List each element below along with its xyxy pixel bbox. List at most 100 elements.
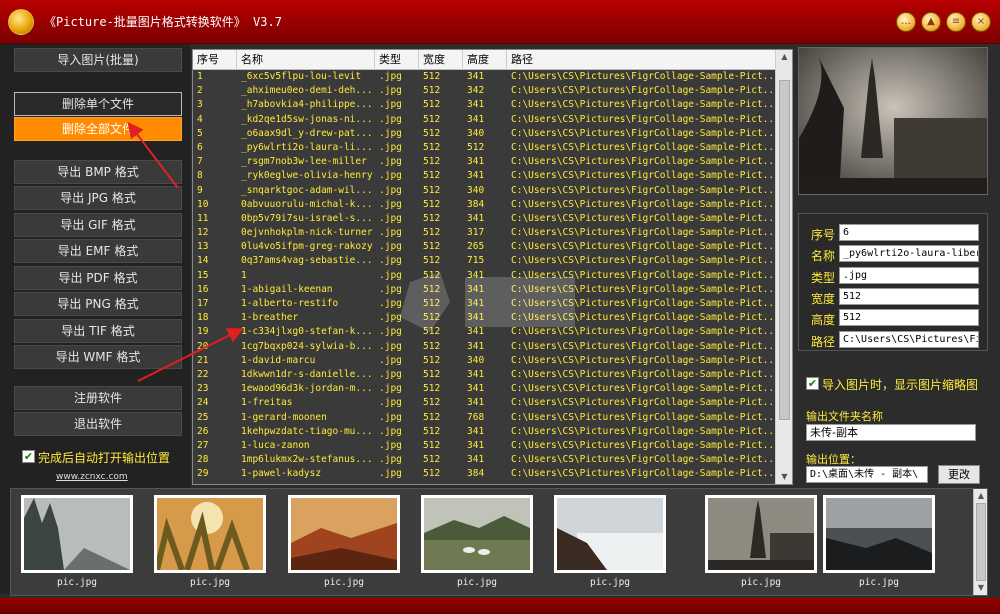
auto-open-label: 完成后自动打开输出位置 xyxy=(38,451,171,465)
delete-all-button[interactable]: 删除全部文件 xyxy=(14,117,182,141)
exit-button[interactable]: 退出软件 xyxy=(14,412,182,436)
table-cell: 28 xyxy=(197,454,209,466)
col-index[interactable]: 序号 xyxy=(193,50,237,70)
table-cell: .jpg xyxy=(379,241,402,253)
table-row[interactable]: 23 1ewaod96d3k-jordan-m... .jpg 512 341 C:\Us… xyxy=(193,382,775,396)
skin-icon[interactable]: ▲ xyxy=(921,12,941,32)
website-link[interactable]: www.zcnxc.com xyxy=(56,472,128,482)
output-position-label: 输出位置： xyxy=(806,453,861,466)
table-row[interactable]: 27 1-luca-zanon .jpg 512 341 C:\Users\CS\Pict… xyxy=(193,439,775,453)
table-row[interactable]: 26 1kehpwzdatc-tiago-mu... .jpg 512 341 C:\Us… xyxy=(193,425,775,439)
export-pdf-button[interactable]: 导出 PDF 格式 xyxy=(14,266,182,290)
col-path[interactable]: 路径 xyxy=(507,50,775,70)
table-scroll-thumb[interactable] xyxy=(779,80,790,420)
table-cell: C:\Users\CS\Pictures\FigrCollage-Sample-… xyxy=(511,184,775,196)
table-cell: C:\Users\CS\Pictures\FigrCollage-Sample-… xyxy=(511,156,775,168)
thumbnail[interactable] xyxy=(154,495,266,573)
table-cell: .jpg xyxy=(379,113,402,125)
delete-single-button[interactable]: 删除单个文件 xyxy=(14,92,182,116)
auto-open-checkbox[interactable]: ✔ xyxy=(22,450,35,463)
detail-path-field[interactable]: C:\Users\CS\Pictures\FigrC xyxy=(839,331,979,348)
table-row[interactable]: 25 1-gerard-moonen .jpg 512 768 C:\Users\CS\P… xyxy=(193,411,775,425)
thumbnail-strip: pic.jpg pic.jpg pic.jpg pic.jpg pic.jpg … xyxy=(10,488,988,596)
table-row[interactable]: 11 0bp5v79i7su-israel-s... .jpg 512 341 C:\Us… xyxy=(193,212,775,226)
table-row[interactable]: 2 _ahximeu0eo-demi-deh... .jpg 512 342 C:\Use… xyxy=(193,84,775,98)
export-bmp-button[interactable]: 导出 BMP 格式 xyxy=(14,160,182,184)
table-cell: 6 xyxy=(197,141,203,153)
thumbnail[interactable] xyxy=(705,495,817,573)
menu-icon[interactable]: … xyxy=(896,12,916,32)
table-row[interactable]: 29 1-pawel-kadysz .jpg 512 384 C:\Users\CS\Pi… xyxy=(193,467,775,481)
thumbnail[interactable] xyxy=(554,495,666,573)
table-scrollbar[interactable]: ▲ ▼ xyxy=(775,50,792,484)
col-width[interactable]: 宽度 xyxy=(419,50,463,70)
table-row[interactable]: 24 1-freitas .jpg 512 341 C:\Users\CS\Picture… xyxy=(193,396,775,410)
thumbnail[interactable] xyxy=(823,495,935,573)
detail-width-field[interactable]: 512 xyxy=(839,288,979,305)
thumbnail[interactable] xyxy=(421,495,533,573)
table-row[interactable]: 22 1dkwwn1dr-s-danielle... .jpg 512 341 C:\Us… xyxy=(193,368,775,382)
table-cell: .jpg xyxy=(379,397,402,409)
export-emf-button[interactable]: 导出 EMF 格式 xyxy=(14,239,182,263)
export-gif-button[interactable]: 导出 GIF 格式 xyxy=(14,213,182,237)
table-row[interactable]: 13 0lu4vo5ifpm-greg-rakozy .jpg 512 265 C:\Us… xyxy=(193,240,775,254)
export-wmf-button[interactable]: 导出 WMF 格式 xyxy=(14,345,182,369)
table-cell: 512 xyxy=(423,227,441,239)
thumbnail[interactable] xyxy=(21,495,133,573)
table-cell: 512 xyxy=(423,127,441,139)
table-cell: C:\Users\CS\Pictures\FigrCollage-Sample-… xyxy=(511,113,775,125)
table-row[interactable]: 3 _h7abovkia4-philippe... .jpg 512 341 C:\Use… xyxy=(193,98,775,112)
table-row[interactable]: 1 _6xc5v5flpu-lou-levit .jpg 512 341 C:\Users… xyxy=(193,70,775,84)
table-row[interactable]: 10 0abvuuorulu-michal-k... .jpg 512 384 C:\Us… xyxy=(193,198,775,212)
table-cell: _kd2qe1d5sw-jonas-ni... xyxy=(241,113,373,125)
thumbnail-scrollbar[interactable]: ▲ ▼ xyxy=(973,489,987,595)
table-row[interactable]: 5 _o6aax9dl_y-drew-pat... .jpg 512 340 C:\Use… xyxy=(193,127,775,141)
table-row[interactable]: 8 _ryk0eglwe-olivia-henry .jpg 512 341 C:\Use… xyxy=(193,169,775,183)
export-png-button[interactable]: 导出 PNG 格式 xyxy=(14,292,182,316)
table-row[interactable]: 6 _py6wlrti2o-laura-li... .jpg 512 512 C:\Use… xyxy=(193,141,775,155)
output-folder-label: 输出文件夹名称 xyxy=(806,410,883,423)
col-name[interactable]: 名称 xyxy=(237,50,375,70)
table-row[interactable]: 7 _rsgm7nob3w-lee-miller .jpg 512 341 C:\User… xyxy=(193,155,775,169)
table-row[interactable]: 4 _kd2qe1d5sw-jonas-ni... .jpg 512 341 C:\Use… xyxy=(193,113,775,127)
col-height[interactable]: 高度 xyxy=(463,50,507,70)
table-cell: .jpg xyxy=(379,454,402,466)
table-row[interactable]: 21 1-david-marcu .jpg 512 340 C:\Users\CS\Pic… xyxy=(193,354,775,368)
output-folder-input[interactable]: 未传-副本 xyxy=(806,424,976,441)
table-cell: 14 xyxy=(197,255,209,267)
detail-height-field[interactable]: 512 xyxy=(839,309,979,326)
table-cell: C:\Users\CS\Pictures\FigrCollage-Sample-… xyxy=(511,198,775,210)
show-thumb-checkbox[interactable]: ✔ xyxy=(806,377,819,390)
close-icon[interactable]: × xyxy=(971,12,991,32)
table-cell: 0lu4vo5ifpm-greg-rakozy xyxy=(241,241,373,253)
table-cell: 341 xyxy=(467,368,485,380)
export-tif-button[interactable]: 导出 TIF 格式 xyxy=(14,319,182,343)
register-button[interactable]: 注册软件 xyxy=(14,386,182,410)
table-row[interactable]: 28 1mp6lukmx2w-stefanus... .jpg 512 341 C:\Us… xyxy=(193,453,775,467)
minimize-icon[interactable]: ≡ xyxy=(946,12,966,32)
table-cell: C:\Users\CS\Pictures\FigrCollage-Sample-… xyxy=(511,85,775,97)
table-row[interactable]: 12 0ejvnhokplm-nick-turner .jpg 512 317 C:\Us… xyxy=(193,226,775,240)
thumbnail[interactable] xyxy=(288,495,400,573)
thumbnail-caption: pic.jpg xyxy=(189,577,231,588)
watermark-icon xyxy=(400,272,575,332)
table-cell: C:\Users\CS\Pictures\FigrCollage-Sample-… xyxy=(511,397,775,409)
detail-label-type: 类型 xyxy=(811,271,836,285)
table-cell: 22 xyxy=(197,368,209,380)
change-button[interactable]: 更改 xyxy=(938,465,980,484)
table-cell: C:\Users\CS\Pictures\FigrCollage-Sample-… xyxy=(511,354,775,366)
table-cell: 1cg7bqxp024-sylwia-b... xyxy=(241,340,373,352)
export-jpg-button[interactable]: 导出 JPG 格式 xyxy=(14,186,182,210)
table-cell: 0ejvnhokplm-nick-turner xyxy=(241,227,373,239)
detail-type-field[interactable]: .jpg xyxy=(839,267,979,284)
table-row[interactable]: 9 _snqarktgoc-adam-wil... .jpg 512 340 C:\Use… xyxy=(193,184,775,198)
col-type[interactable]: 类型 xyxy=(375,50,419,70)
output-position-input[interactable]: D:\桌面\未传 - 副本\ xyxy=(806,466,928,483)
import-button[interactable]: 导入图片(批量) xyxy=(14,48,182,72)
thumbnail-scroll-thumb[interactable] xyxy=(976,503,986,581)
detail-name-field[interactable]: _py6wlrti2o-laura-liberal xyxy=(839,245,979,262)
detail-index-field[interactable]: 6 xyxy=(839,224,979,241)
table-cell: .jpg xyxy=(379,141,402,153)
table-cell: .jpg xyxy=(379,383,402,395)
table-cell: _o6aax9dl_y-drew-pat... xyxy=(241,127,373,139)
